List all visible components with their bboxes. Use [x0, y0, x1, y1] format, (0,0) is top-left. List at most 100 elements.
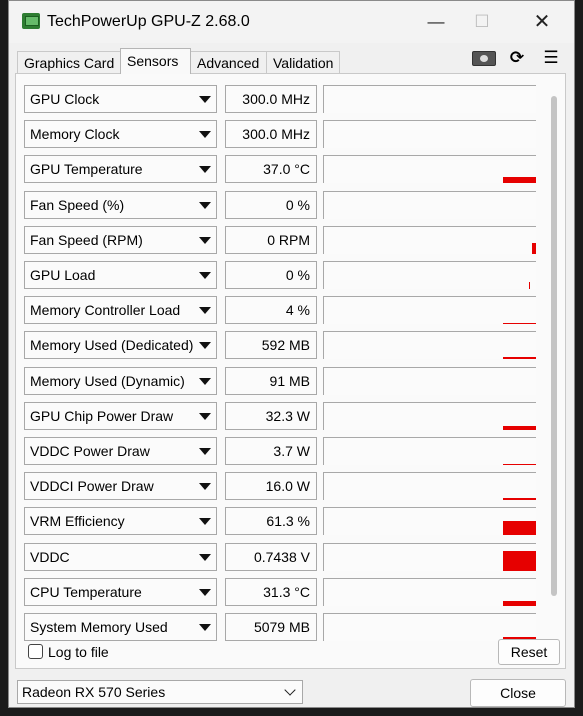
- title-bar: TechPowerUp GPU-Z 2.68.0 — ☐ ✕: [9, 1, 574, 43]
- scrollbar[interactable]: [551, 96, 557, 596]
- sensor-name: Memory Clock: [30, 126, 120, 143]
- sensor-name: Fan Speed (%): [30, 196, 125, 213]
- log-to-file-label[interactable]: Log to file: [48, 644, 109, 660]
- close-window-button[interactable]: ✕: [519, 7, 565, 37]
- log-to-file-checkbox[interactable]: [28, 644, 43, 659]
- sensor-value: 16.0 W: [225, 472, 317, 501]
- sensor-select[interactable]: GPU Chip Power Draw: [24, 401, 217, 430]
- tab-validation[interactable]: Validation: [266, 51, 340, 73]
- menu-icon[interactable]: ☰: [538, 48, 564, 68]
- graph-bar: [529, 282, 530, 289]
- tab-sensors[interactable]: Sensors: [120, 48, 191, 74]
- sensor-select[interactable]: Memory Used (Dedicated): [24, 331, 217, 360]
- dropdown-arrow-icon: [199, 377, 211, 385]
- dropdown-arrow-icon: [199, 553, 211, 561]
- sensor-value: 37.0 °C: [225, 155, 317, 184]
- sensor-name: System Memory Used: [30, 619, 168, 635]
- sensor-name: GPU Temperature: [30, 161, 143, 178]
- reset-button[interactable]: Reset: [498, 639, 560, 665]
- sensor-graph: [323, 120, 536, 149]
- sensor-name: VDDCI Power Draw: [30, 478, 154, 495]
- sensor-select[interactable]: GPU Temperature: [24, 155, 217, 184]
- sensor-select[interactable]: VDDC Power Draw: [24, 437, 217, 465]
- dropdown-arrow-icon: [199, 342, 211, 350]
- sensor-graph: [323, 190, 536, 219]
- sensor-select[interactable]: Fan Speed (RPM): [24, 225, 217, 254]
- sensor-value: 31.3 °C: [225, 577, 317, 606]
- sensor-name: VRM Efficiency: [30, 513, 125, 530]
- sensor-graph: [323, 155, 536, 184]
- gpuz-app-icon: [22, 13, 40, 29]
- sensor-graph: [323, 507, 536, 536]
- sensor-select[interactable]: Memory Clock: [24, 120, 217, 149]
- sensor-graph: [323, 613, 536, 641]
- tab-graphics-card[interactable]: Graphics Card: [17, 51, 121, 73]
- close-button[interactable]: Close: [470, 679, 566, 707]
- sensor-value: 300.0 MHz: [225, 120, 317, 149]
- dropdown-arrow-icon: [199, 412, 211, 420]
- sensor-graph: [323, 401, 536, 430]
- dropdown-arrow-icon: [199, 307, 211, 315]
- graph-bar: [503, 357, 536, 360]
- sensor-select[interactable]: Memory Used (Dynamic): [24, 366, 217, 395]
- sensor-select[interactable]: GPU Clock: [24, 85, 217, 113]
- sensor-value: 3.7 W: [225, 437, 317, 465]
- sensor-value: 4 %: [225, 296, 317, 325]
- sensor-graph: [323, 542, 536, 571]
- sensor-value: 0 %: [225, 190, 317, 219]
- sensor-graph: [323, 366, 536, 395]
- sensor-value: 300.0 MHz: [225, 85, 317, 113]
- sensor-name: GPU Chip Power Draw: [30, 407, 174, 424]
- dropdown-arrow-icon: [199, 96, 211, 103]
- sensor-select[interactable]: Memory Controller Load: [24, 296, 217, 325]
- graph-bar: [503, 323, 536, 325]
- sensor-name: CPU Temperature: [30, 583, 142, 600]
- graph-bar: [532, 242, 536, 254]
- sensor-graph: [323, 472, 536, 501]
- dropdown-arrow-icon: [199, 201, 211, 209]
- graph-bar: [503, 600, 536, 606]
- sensor-select[interactable]: VDDCI Power Draw: [24, 472, 217, 501]
- chevron-down-icon: [284, 684, 296, 696]
- window-title: TechPowerUp GPU-Z 2.68.0: [47, 13, 250, 30]
- sensor-name: GPU Load: [30, 267, 96, 283]
- sensor-graph: [323, 296, 536, 325]
- maximize-button[interactable]: ☐: [459, 7, 505, 37]
- dropdown-arrow-icon: [199, 588, 211, 596]
- graph-bar: [503, 177, 536, 184]
- dropdown-arrow-icon: [199, 448, 211, 455]
- sensor-value: 0 %: [225, 261, 317, 289]
- sensor-name: Memory Controller Load: [30, 302, 181, 319]
- dropdown-arrow-icon: [199, 166, 211, 174]
- graph-bar: [503, 464, 536, 465]
- sensor-select[interactable]: GPU Load: [24, 261, 217, 289]
- sensor-select[interactable]: VRM Efficiency: [24, 507, 217, 536]
- sensor-graph: [323, 437, 536, 465]
- graph-bar: [503, 550, 536, 571]
- refresh-icon[interactable]: ⟳: [504, 48, 530, 68]
- sensor-select[interactable]: System Memory Used: [24, 613, 217, 641]
- gpu-selector[interactable]: Radeon RX 570 Series: [17, 680, 303, 704]
- tab-advanced[interactable]: Advanced: [190, 51, 267, 73]
- sensor-value: 91 MB: [225, 366, 317, 395]
- sensor-value: 0 RPM: [225, 225, 317, 254]
- sensor-graph: [323, 331, 536, 360]
- sensor-value: 0.7438 V: [225, 542, 317, 571]
- sensor-graph: [323, 577, 536, 606]
- sensor-select[interactable]: CPU Temperature: [24, 577, 217, 606]
- sensor-value: 592 MB: [225, 331, 317, 360]
- dropdown-arrow-icon: [199, 131, 211, 139]
- graph-bar: [503, 498, 536, 501]
- screenshot-camera-icon[interactable]: [469, 48, 496, 68]
- dropdown-arrow-icon: [199, 236, 211, 244]
- sensor-value: 61.3 %: [225, 507, 317, 536]
- sensor-select[interactable]: Fan Speed (%): [24, 190, 217, 219]
- graph-bar: [503, 521, 536, 536]
- dropdown-arrow-icon: [199, 483, 211, 491]
- sensor-graph: [323, 225, 536, 254]
- minimize-button[interactable]: —: [413, 7, 459, 37]
- sensor-select[interactable]: VDDC: [24, 542, 217, 571]
- gpuz-window: TechPowerUp GPU-Z 2.68.0 — ☐ ✕ Graphics …: [8, 0, 575, 708]
- sensor-graph: [323, 261, 536, 289]
- sensor-graph: [323, 85, 536, 113]
